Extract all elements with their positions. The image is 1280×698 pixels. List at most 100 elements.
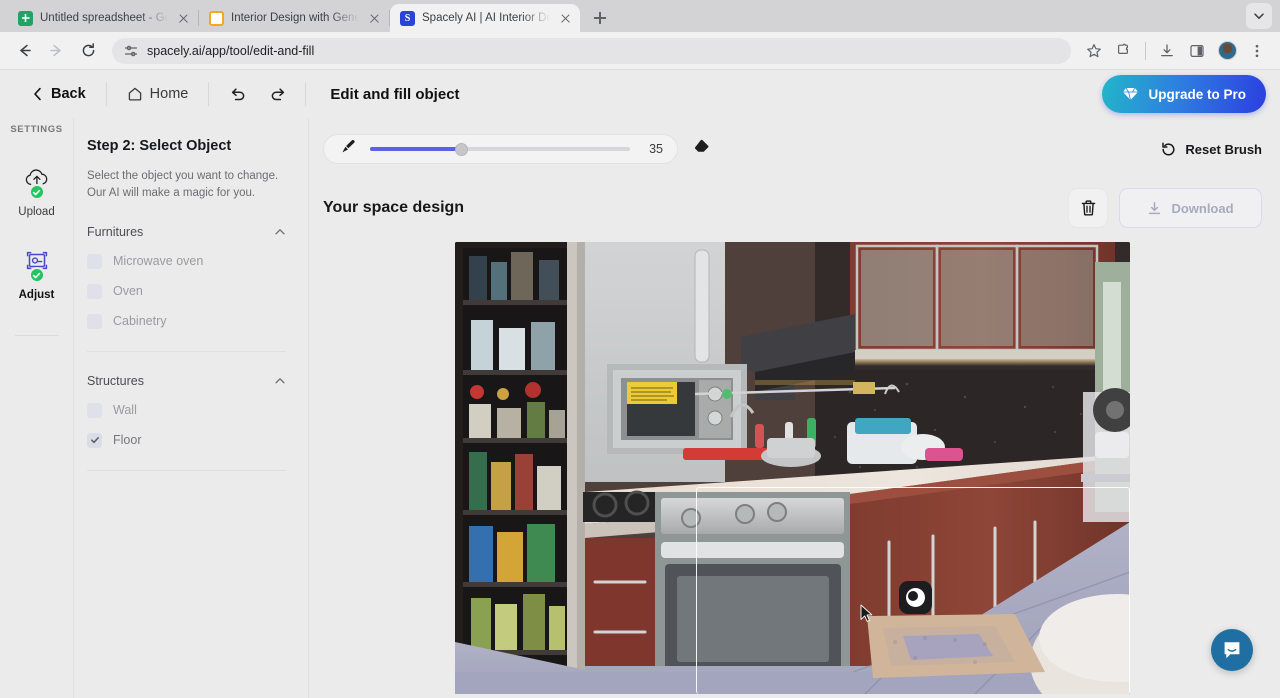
diamond-icon [1122, 87, 1139, 101]
rail-item-label: Upload [18, 206, 54, 218]
back-icon[interactable] [10, 37, 38, 65]
sheets-icon [18, 11, 33, 26]
panel-divider [87, 470, 286, 471]
spacely-app: Back Home Edit and fill object Upgrade t… [0, 70, 1280, 698]
page-title: Edit and fill object [312, 86, 459, 103]
design-toolbar: Your space design Download [323, 188, 1262, 228]
brush-preview-badge [899, 581, 932, 614]
undo-icon[interactable] [223, 79, 253, 109]
checkbox[interactable] [87, 403, 102, 418]
forward-icon[interactable] [42, 37, 70, 65]
rail-item-upload[interactable]: Upload [0, 165, 73, 218]
checkbox[interactable] [87, 254, 102, 269]
slider-fill [370, 147, 461, 151]
download-icon [1147, 201, 1162, 216]
settings-rail: SETTINGS Upload [0, 118, 74, 698]
settings-panel: Step 2: Select Object Select the object … [74, 118, 309, 698]
upgrade-to-pro-button[interactable]: Upgrade to Pro [1102, 75, 1266, 113]
rail-divider [15, 335, 59, 336]
chat-bubble-icon [1221, 639, 1243, 661]
option-label: Wall [113, 403, 137, 417]
downloads-icon[interactable] [1154, 38, 1180, 64]
rail-item-label: Adjust [19, 289, 55, 301]
status-check-icon [29, 184, 45, 200]
trash-icon [1080, 199, 1097, 217]
header-divider [106, 82, 107, 106]
group-label: Structures [87, 374, 144, 388]
option-floor[interactable]: Floor [87, 433, 286, 448]
browser-window: Untitled spreadsheet - Googl Interior De… [0, 0, 1280, 698]
option-label: Floor [113, 433, 141, 447]
brush-icon[interactable] [340, 138, 357, 160]
brush-preview-dot [906, 588, 925, 607]
redo-icon[interactable] [263, 79, 293, 109]
address-bar[interactable]: spacely.ai/app/tool/edit-and-fill [112, 38, 1071, 64]
chrome-menu-icon[interactable] [1244, 38, 1270, 64]
site-settings-icon [124, 44, 138, 58]
image-canvas-wrapper [323, 242, 1262, 698]
tab-title: Spacely AI | AI Interior Design [422, 12, 550, 24]
tab-title: Interior Design with Generati [231, 12, 359, 24]
back-label: Back [51, 86, 86, 102]
bookmark-star-icon[interactable] [1081, 38, 1107, 64]
chevron-up-icon[interactable] [274, 375, 286, 387]
close-icon[interactable] [366, 10, 383, 27]
group-label: Furnitures [87, 225, 143, 239]
brush-size-slider[interactable] [370, 147, 630, 151]
close-icon[interactable] [175, 10, 192, 27]
adjust-frame-icon [23, 248, 51, 274]
back-button[interactable]: Back [18, 86, 100, 102]
browser-tab-1[interactable]: Untitled spreadsheet - Googl [8, 4, 198, 32]
option-oven[interactable]: Oven [87, 284, 286, 299]
reset-counterclockwise-icon [1160, 141, 1177, 158]
app-header: Back Home Edit and fill object Upgrade t… [0, 70, 1280, 118]
kitchen-photo[interactable] [455, 242, 1130, 694]
option-cabinetry[interactable]: Cabinetry [87, 314, 286, 329]
tab-strip: Untitled spreadsheet - Googl Interior De… [0, 0, 1280, 32]
delete-design-button[interactable] [1068, 188, 1108, 228]
browser-tab-3[interactable]: S Spacely AI | AI Interior Design [390, 4, 580, 32]
eraser-icon[interactable] [692, 137, 711, 161]
side-panel-icon[interactable] [1184, 38, 1210, 64]
option-label: Oven [113, 284, 143, 298]
checkbox[interactable] [87, 314, 102, 329]
tab-search-chevron-down-icon[interactable] [1246, 3, 1272, 29]
checkbox[interactable] [87, 284, 102, 299]
new-tab-button[interactable] [586, 4, 614, 32]
slider-handle[interactable] [455, 143, 468, 156]
group-header-furnitures[interactable]: Furnitures [87, 225, 286, 239]
header-divider [208, 82, 209, 106]
group-structures: Structures Wall Floor [87, 374, 286, 471]
rail-item-adjust[interactable]: Adjust [0, 248, 73, 301]
chevron-up-icon[interactable] [274, 226, 286, 238]
extensions-icon[interactable] [1111, 38, 1137, 64]
status-check-icon [29, 267, 45, 283]
panel-divider [87, 351, 286, 352]
close-icon[interactable] [557, 10, 574, 27]
download-button[interactable]: Download [1119, 188, 1262, 228]
group-header-structures[interactable]: Structures [87, 374, 286, 388]
brush-size-value: 35 [643, 142, 663, 156]
header-divider [305, 82, 306, 106]
cloud-upload-icon [23, 165, 51, 191]
brush-toolbar: 35 Reset Brush [323, 132, 1262, 166]
home-button[interactable]: Home [113, 86, 203, 102]
app-body: SETTINGS Upload [0, 118, 1280, 698]
option-wall[interactable]: Wall [87, 403, 286, 418]
reload-icon[interactable] [74, 37, 102, 65]
rail-section-label: SETTINGS [10, 124, 62, 135]
reset-brush-label: Reset Brush [1185, 142, 1262, 157]
option-microwave-oven[interactable]: Microwave oven [87, 254, 286, 269]
intercom-chat-launcher[interactable] [1211, 629, 1253, 671]
reset-brush-button[interactable]: Reset Brush [1160, 141, 1262, 158]
url-text: spacely.ai/app/tool/edit-and-fill [147, 44, 314, 58]
checkbox-checked[interactable] [87, 433, 102, 448]
main-canvas-area: 35 Reset Brush Your space design [309, 118, 1280, 698]
group-furnitures: Furnitures Microwave oven Oven [87, 225, 286, 352]
orange-square-icon [209, 11, 224, 26]
option-label: Cabinetry [113, 314, 167, 328]
brush-size-control[interactable]: 35 [323, 134, 678, 164]
step-title: Step 2: Select Object [87, 138, 286, 154]
browser-tab-2[interactable]: Interior Design with Generati [199, 4, 389, 32]
profile-avatar[interactable] [1214, 38, 1240, 64]
